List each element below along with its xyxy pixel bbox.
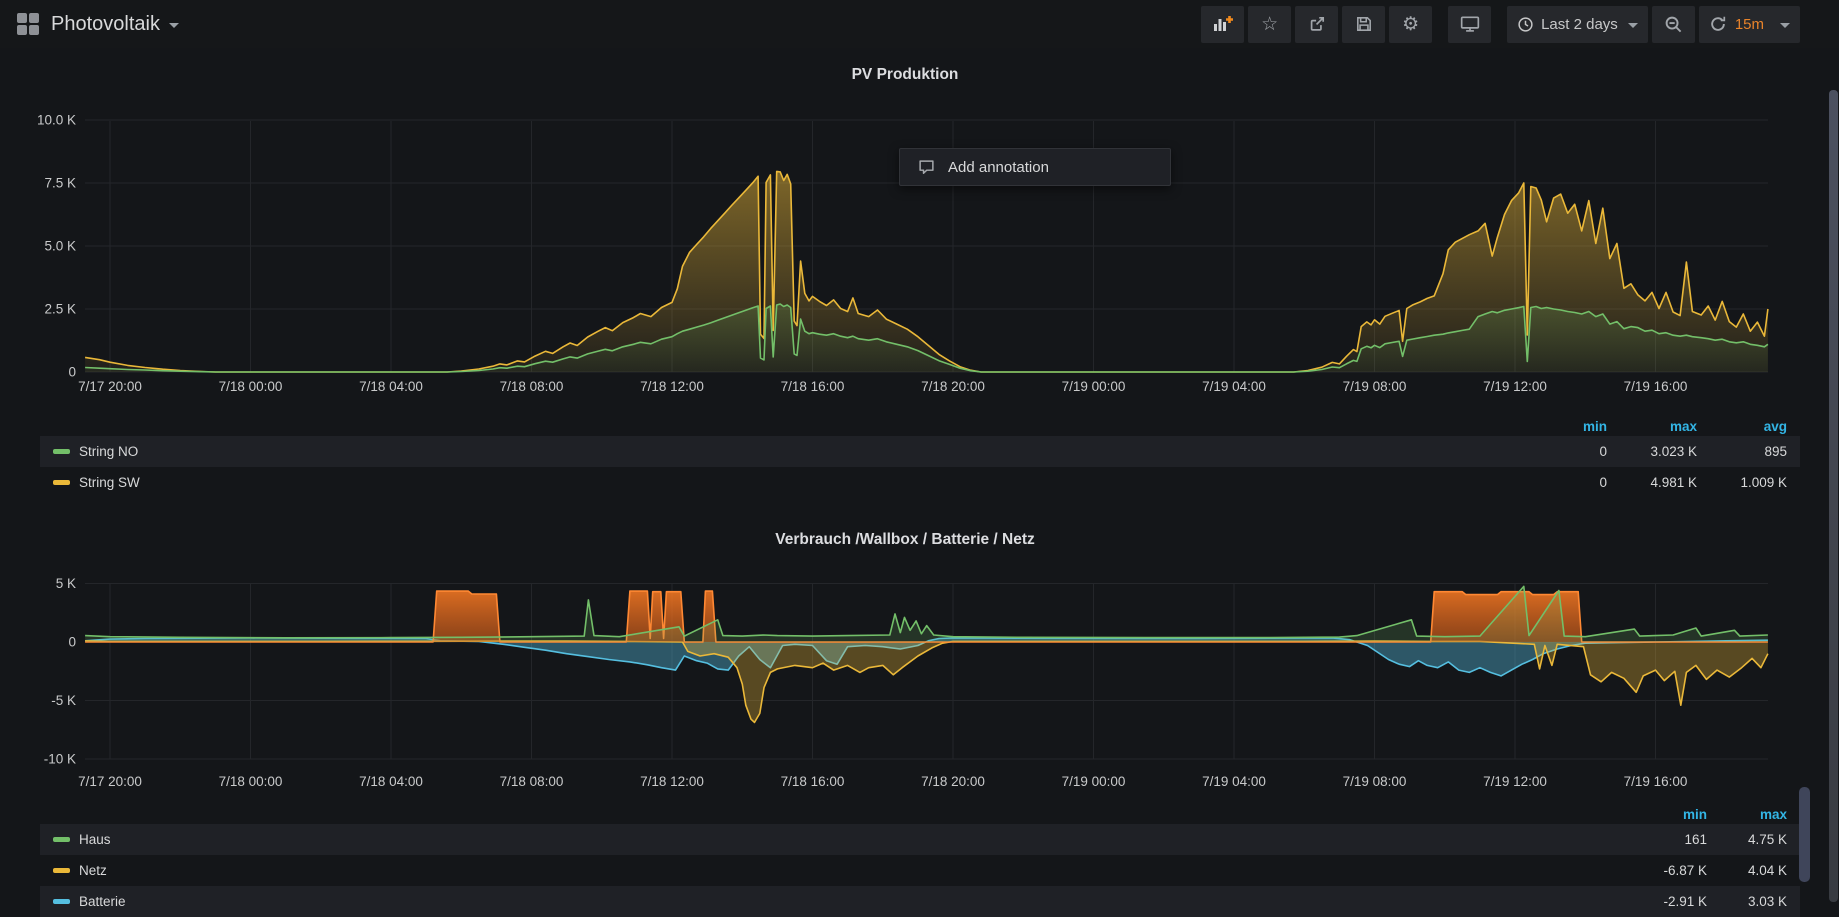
svg-text:7/19 08:00: 7/19 08:00: [1343, 379, 1407, 394]
svg-text:0: 0: [68, 635, 76, 650]
svg-text:7/18 08:00: 7/18 08:00: [500, 774, 564, 789]
window-scrollbar[interactable]: [1829, 90, 1838, 902]
svg-text:7/19 00:00: 7/19 00:00: [1062, 379, 1126, 394]
svg-text:2.5 K: 2.5 K: [44, 302, 76, 317]
verbrauch-chart[interactable]: 5 K 0 -5 K -10 K7/17 20:00 7/18 00:00 7/18 04…: [44, 576, 1768, 789]
svg-text:10.0 K: 10.0 K: [37, 113, 76, 128]
svg-text:0: 0: [68, 365, 76, 380]
svg-text:7.5 K: 7.5 K: [44, 176, 76, 191]
svg-text:7/18 08:00: 7/18 08:00: [500, 379, 564, 394]
svg-text:7/19 00:00: 7/19 00:00: [1062, 774, 1126, 789]
svg-text:7/18 16:00: 7/18 16:00: [781, 774, 845, 789]
annotation-context-menu[interactable]: Add annotation: [899, 148, 1171, 186]
svg-text:7/18 04:00: 7/18 04:00: [359, 774, 423, 789]
svg-text:7/19 16:00: 7/19 16:00: [1624, 379, 1688, 394]
svg-text:7/18 20:00: 7/18 20:00: [921, 379, 985, 394]
svg-text:7/18 12:00: 7/18 12:00: [640, 379, 704, 394]
svg-text:7/18 00:00: 7/18 00:00: [219, 774, 283, 789]
svg-text:5 K: 5 K: [56, 576, 76, 591]
svg-text:7/19 08:00: 7/19 08:00: [1343, 774, 1407, 789]
svg-text:5.0 K: 5.0 K: [44, 239, 76, 254]
svg-text:7/19 04:00: 7/19 04:00: [1202, 379, 1266, 394]
svg-text:7/18 00:00: 7/18 00:00: [219, 379, 283, 394]
svg-text:7/17 20:00: 7/17 20:00: [78, 379, 142, 394]
svg-text:-10 K: -10 K: [44, 752, 76, 767]
dashboard-scrollbar-thumb[interactable]: [1799, 787, 1810, 882]
svg-text:7/18 20:00: 7/18 20:00: [921, 774, 985, 789]
charts-canvas: 10.0 K7.5 K5.0 K2.5 K07/17 20:007/18 00:…: [0, 0, 1839, 917]
svg-text:7/18 04:00: 7/18 04:00: [359, 379, 423, 394]
comment-bubble-icon: [918, 159, 935, 175]
svg-text:7/17 20:00: 7/17 20:00: [78, 774, 142, 789]
svg-text:7/19 04:00: 7/19 04:00: [1202, 774, 1266, 789]
svg-text:7/18 16:00: 7/18 16:00: [781, 379, 845, 394]
grafana-dashboard: 10.0 K7.5 K5.0 K2.5 K07/17 20:007/18 00:…: [0, 0, 1839, 917]
add-annotation-item[interactable]: Add annotation: [948, 159, 1049, 176]
svg-text:7/18 12:00: 7/18 12:00: [640, 774, 704, 789]
svg-text:7/19 12:00: 7/19 12:00: [1483, 774, 1547, 789]
svg-text:7/19 16:00: 7/19 16:00: [1624, 774, 1688, 789]
svg-text:7/19 12:00: 7/19 12:00: [1483, 379, 1547, 394]
svg-text:-5 K: -5 K: [51, 693, 76, 708]
